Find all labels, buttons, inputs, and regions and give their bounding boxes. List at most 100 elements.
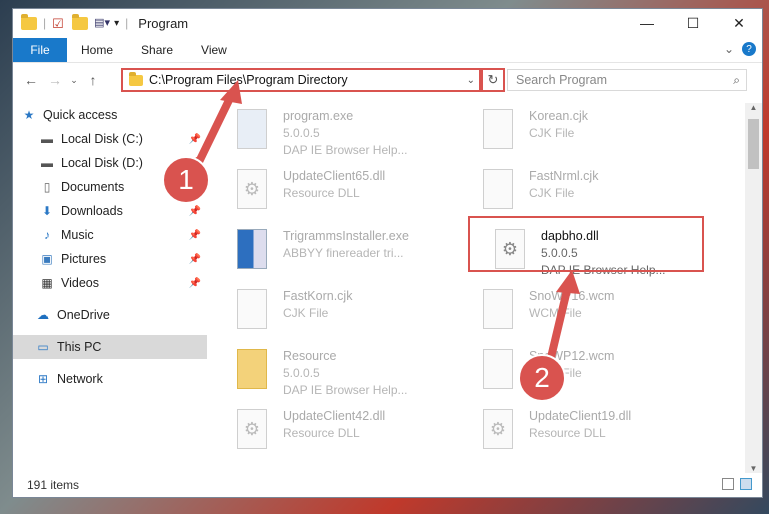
file-name: FastKorn.cjk (283, 289, 353, 303)
properties-icon[interactable]: ☑ (52, 16, 66, 31)
network-icon: ⊞ (37, 372, 49, 386)
pictures-icon: ▣ (41, 252, 53, 266)
dll-gear-icon: ⚙ (237, 409, 273, 453)
navigation-bar: ← → ⌄ ↑ C:\Program Files\Program Directo… (13, 66, 762, 94)
address-path: C:\Program Files\Program Directory (149, 73, 348, 87)
music-icon: ♪ (44, 228, 50, 242)
tab-home[interactable]: Home (67, 43, 127, 57)
help-icon[interactable]: ? (742, 42, 756, 56)
title-bar: | ☑ ▤▾ ▾ | Program — ☐ ✕ (13, 9, 762, 37)
window-title: Program (138, 15, 189, 31)
file-type: WCM File (529, 306, 582, 320)
folder-icon (237, 349, 273, 393)
sidebar-item-label: Pictures (61, 252, 107, 266)
file-item[interactable]: ⚙ UpdateClient19.dll Resource DLL (483, 409, 723, 467)
sidebar-item-pictures[interactable]: ▣ Pictures 📌 (13, 247, 207, 271)
pin-icon: 📌 (188, 229, 201, 241)
maximize-button[interactable]: ☐ (670, 9, 716, 37)
file-item[interactable]: SnoWP16.wcm WCM File (483, 289, 723, 347)
file-item[interactable]: Korean.cjk CJK File (483, 109, 723, 167)
file-type: Resource DLL (283, 186, 360, 200)
file-item[interactable]: ⚙ UpdateClient42.dll Resource DLL (237, 409, 477, 467)
file-icon (483, 169, 519, 213)
address-dropdown-icon[interactable]: ⌄ (467, 75, 475, 86)
expand-ribbon-icon[interactable]: ⌄ (724, 42, 734, 56)
file-version: 5.0.0.5 (283, 126, 320, 140)
scroll-up-icon[interactable]: ▲ (745, 103, 762, 112)
cloud-icon: ☁ (37, 308, 49, 322)
sidebar-item-label: Videos (61, 276, 99, 290)
sidebar-item-local-disk-c[interactable]: ▬ Local Disk (C:) 📌 (13, 127, 207, 151)
sidebar-item-label: This PC (57, 340, 102, 354)
folder-icon (129, 71, 143, 86)
search-input[interactable]: Search Program ⌕ (507, 69, 747, 91)
file-name: Korean.cjk (529, 109, 589, 123)
close-button[interactable]: ✕ (716, 9, 762, 37)
sidebar-item-label: OneDrive (57, 308, 110, 322)
dll-gear-icon: ⚙ (237, 169, 273, 213)
pin-icon: 📌 (188, 253, 201, 265)
new-folder-icon[interactable] (72, 13, 89, 30)
file-name: Resource (283, 349, 337, 363)
refresh-button[interactable]: ↻ (481, 68, 505, 92)
status-bar: 191 items (13, 473, 762, 497)
details-view-icon[interactable] (722, 478, 734, 490)
sidebar-item-onedrive[interactable]: ☁ OneDrive (13, 303, 207, 327)
file-type: Resource DLL (283, 426, 360, 440)
sidebar-item-label: Documents (61, 180, 125, 194)
downloads-icon: ⬇ (41, 204, 53, 218)
dll-gear-icon: ⚙ (483, 409, 519, 453)
file-name: UpdateClient65.dll (283, 169, 386, 183)
step-badge-1: 1 (162, 156, 210, 204)
file-list: program.exe 5.0.0.5 DAP IE Browser Help.… (223, 103, 743, 473)
file-item[interactable]: FastKorn.cjk CJK File (237, 289, 477, 347)
file-type: CJK File (529, 186, 575, 200)
step-badge-2: 2 (518, 354, 566, 402)
customize-icon[interactable]: ▤▾ (94, 16, 110, 30)
address-bar[interactable]: C:\Program Files\Program Directory ⌄ (121, 68, 481, 92)
file-type: CJK File (529, 126, 575, 140)
up-button[interactable]: ↑ (81, 72, 105, 88)
file-description: DAP IE Browser Help... (283, 143, 408, 157)
file-item[interactable]: Resource 5.0.0.5 DAP IE Browser Help... (237, 349, 477, 407)
file-item[interactable]: TrigrammsInstaller.exe ABBYY finereader … (237, 229, 477, 287)
sidebar-item-label: Music (61, 228, 94, 242)
quick-access-toolbar: | ☑ ▤▾ ▾ | (13, 13, 128, 31)
sidebar-item-music[interactable]: ♪ Music 📌 (13, 223, 207, 247)
vertical-scrollbar[interactable]: ▲ ▼ (745, 103, 762, 473)
file-name: TrigrammsInstaller.exe (283, 229, 409, 243)
file-name: SnoWP16.wcm (529, 289, 615, 303)
file-type: Resource DLL (529, 426, 606, 440)
file-item[interactable]: program.exe 5.0.0.5 DAP IE Browser Help.… (237, 109, 477, 167)
minimize-button[interactable]: — (624, 9, 670, 37)
back-button[interactable]: ← (19, 72, 43, 88)
sidebar-item-network[interactable]: ⊞ Network (13, 367, 207, 391)
separator: | (43, 16, 47, 30)
search-icon: ⌕ (733, 72, 740, 87)
qat-dropdown-icon[interactable]: ▾ (114, 18, 119, 29)
scroll-down-icon[interactable]: ▼ (745, 464, 762, 473)
file-item[interactable]: ⚙ UpdateClient65.dll Resource DLL (237, 169, 477, 227)
tab-view[interactable]: View (187, 43, 241, 57)
tab-share[interactable]: Share (127, 43, 187, 57)
file-type: CJK File (283, 306, 329, 320)
scroll-thumb[interactable] (748, 119, 759, 169)
file-description: DAP IE Browser Help... (283, 383, 408, 397)
sidebar-item-this-pc[interactable]: ▭ This PC (13, 335, 207, 359)
sidebar-item-label: Network (57, 372, 103, 386)
pin-icon: 📌 (188, 277, 201, 289)
file-description: ABBYY finereader tri... (283, 246, 404, 260)
pin-icon: 📌 (188, 133, 201, 145)
forward-button[interactable]: → (43, 72, 67, 88)
tab-file[interactable]: File (13, 38, 67, 62)
recent-locations-icon[interactable]: ⌄ (67, 75, 81, 86)
file-version: 5.0.0.5 (283, 366, 320, 380)
sidebar-item-label: Downloads (61, 204, 123, 218)
folder-icon (21, 13, 37, 30)
sidebar-item-quick-access[interactable]: ★ Quick access (13, 103, 207, 127)
large-icons-view-icon[interactable] (740, 478, 752, 490)
file-name: program.exe (283, 109, 354, 123)
sidebar-item-videos[interactable]: ▦ Videos 📌 (13, 271, 207, 295)
installer-icon (237, 229, 273, 273)
drive-icon: ▬ (41, 132, 53, 146)
